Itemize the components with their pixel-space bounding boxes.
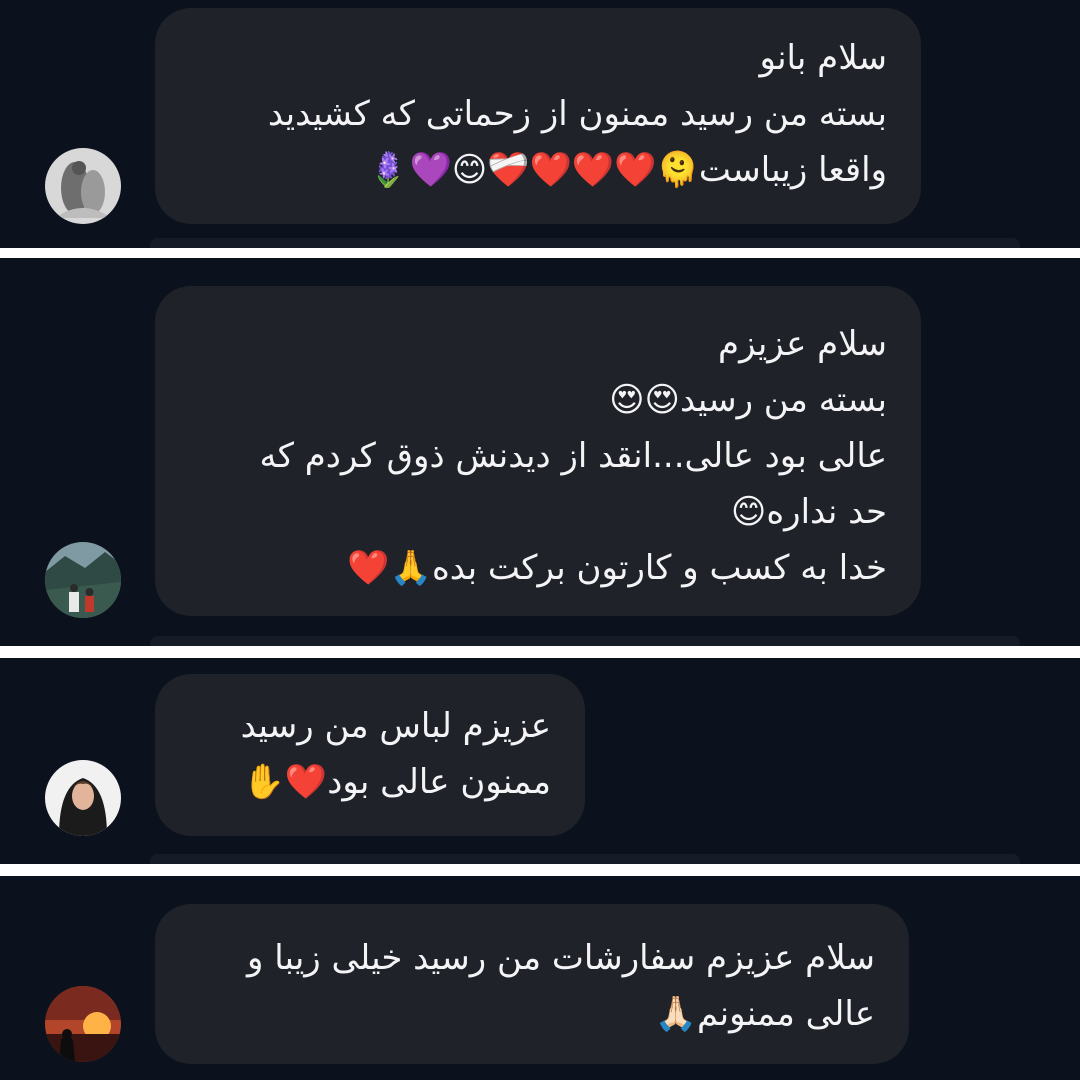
comment-line: عالی بود عالی...انقد از دیدنش ذوق کردم ک… <box>259 436 887 476</box>
avatar-image <box>45 542 121 618</box>
comment-line: بسته من رسید ممنون از زحماتی که کشیدید <box>267 94 887 134</box>
avatar-3[interactable] <box>45 760 121 836</box>
comment-line: عزیزم لباس من رسید <box>240 706 551 746</box>
comment-line: واقعا زیباست🫠❤️❤️❤️❤️‍🩹😊💜🪻 <box>367 150 887 190</box>
comment-bubble-1: سلام بانو بسته من رسید ممنون از زحماتی ک… <box>155 8 921 224</box>
avatar-image <box>45 148 121 224</box>
divider-shadow <box>150 636 1020 646</box>
comment-bubble-2: سلام عزیزم بسته من رسید😍😍 عالی بود عالی.… <box>155 286 921 616</box>
avatar-4[interactable] <box>45 986 121 1062</box>
comment-bubble-4: سلام عزیزم سفارشات من رسید خیلی زیبا و ع… <box>155 904 909 1064</box>
comment-line: سلام عزیزم سفارشات من رسید خیلی زیبا و <box>246 938 875 978</box>
avatar-2[interactable] <box>45 542 121 618</box>
comment-bubble-3: عزیزم لباس من رسید ممنون عالی بود❤️✋ <box>155 674 585 836</box>
comment-panel-3: عزیزم لباس من رسید ممنون عالی بود❤️✋ <box>0 658 1080 864</box>
comment-panel-2: سلام عزیزم بسته من رسید😍😍 عالی بود عالی.… <box>0 258 1080 646</box>
avatar-image <box>45 760 121 836</box>
comment-panel-4: سلام عزیزم سفارشات من رسید خیلی زیبا و ع… <box>0 876 1080 1080</box>
comment-line: حد نداره😊 <box>730 492 887 532</box>
avatar-image <box>45 986 121 1062</box>
divider-shadow <box>150 238 1020 248</box>
comment-line: سلام عزیزم <box>718 324 887 364</box>
avatar-1[interactable] <box>45 148 121 224</box>
comment-line: بسته من رسید😍😍 <box>609 380 887 420</box>
divider-shadow <box>150 854 1020 864</box>
comment-line: عالی ممنونم🙏🏻 <box>654 994 875 1034</box>
comment-line: خدا به کسب و کارتون برکت بده🙏❤️ <box>347 548 887 588</box>
comment-line: سلام بانو <box>759 38 887 78</box>
comment-panel-1: سلام بانو بسته من رسید ممنون از زحماتی ک… <box>0 0 1080 248</box>
comment-line: ممنون عالی بود❤️✋ <box>242 762 551 802</box>
